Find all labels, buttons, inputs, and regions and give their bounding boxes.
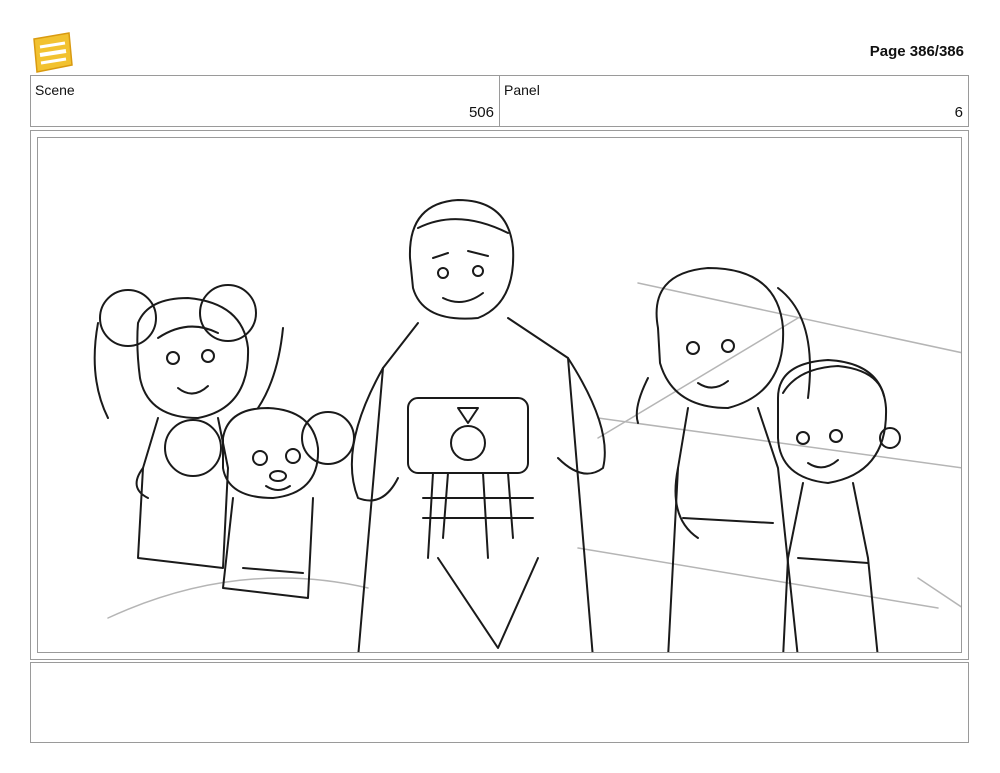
panel-notes-box bbox=[30, 662, 969, 743]
character-sketch-illustration bbox=[93, 199, 961, 652]
storyboard-drawing bbox=[37, 137, 962, 653]
panel-label: Panel bbox=[504, 82, 540, 98]
show-logo-icon bbox=[31, 31, 74, 74]
scene-panel-info: Scene 506 Panel 6 bbox=[30, 75, 969, 127]
scene-cell: Scene 506 bbox=[31, 76, 499, 126]
panel-number: 6 bbox=[954, 104, 963, 121]
panel-cell: Panel 6 bbox=[499, 76, 968, 126]
scene-number: 506 bbox=[468, 104, 494, 121]
scene-label: Scene bbox=[35, 82, 75, 98]
tall-character-sketch bbox=[350, 199, 606, 652]
small-boy-character-sketch bbox=[777, 359, 901, 652]
storyboard-frame bbox=[30, 130, 969, 660]
page-number: Page 386/386 bbox=[869, 43, 964, 60]
girl-character-sketch bbox=[93, 284, 284, 569]
mouse-character-sketch bbox=[164, 407, 355, 599]
